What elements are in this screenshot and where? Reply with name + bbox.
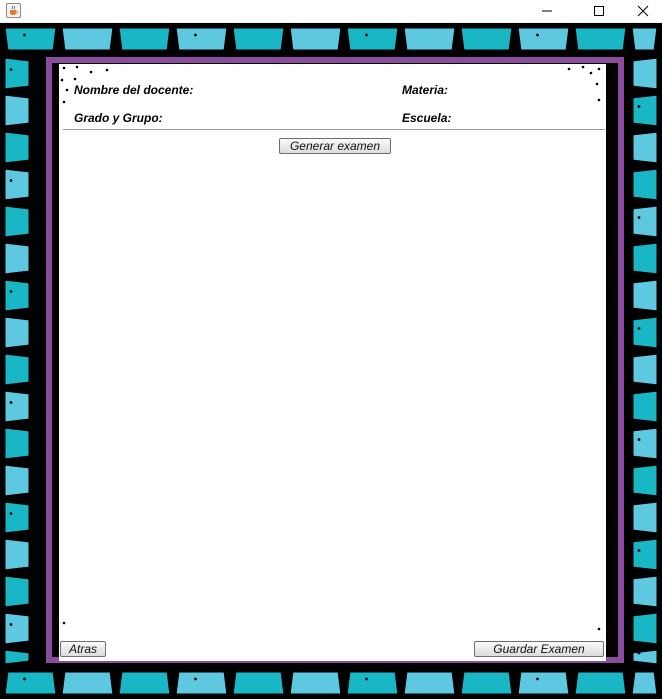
tile-dot	[194, 677, 197, 681]
tile-dot	[9, 179, 13, 182]
border-tile	[59, 25, 116, 53]
tile-dot	[9, 401, 13, 404]
border-tile	[287, 669, 344, 697]
border-tile	[2, 536, 32, 573]
border-tile	[515, 25, 572, 53]
border-tile	[2, 25, 59, 53]
border-tile	[572, 669, 629, 697]
tile-dot	[9, 290, 13, 293]
window-titlebar	[0, 0, 662, 23]
border-tile	[515, 669, 572, 697]
tile-dot	[637, 651, 641, 655]
border-tile	[2, 240, 32, 277]
tile-dot	[637, 216, 641, 219]
minimize-icon	[542, 10, 552, 12]
tile-dot	[23, 677, 26, 681]
tile-dot	[637, 105, 641, 108]
border-tile	[630, 129, 660, 166]
border-tile	[2, 166, 32, 203]
tile-dot	[365, 33, 368, 37]
border-tile	[630, 92, 660, 129]
border-tile	[344, 25, 401, 53]
border-tile	[2, 55, 32, 92]
border-tile	[630, 351, 660, 388]
border-tile	[2, 610, 32, 647]
border-tile	[630, 314, 660, 351]
java-cup-icon	[6, 3, 21, 18]
border-tile	[116, 669, 173, 697]
border-tile	[458, 669, 515, 697]
border-tile	[287, 25, 344, 53]
border-tile	[230, 669, 287, 697]
border-tile	[2, 499, 32, 536]
tile-dot	[536, 677, 539, 681]
border-tile	[2, 277, 32, 314]
border-tile	[630, 462, 660, 499]
border-tile	[630, 499, 660, 536]
tile-dot	[9, 68, 13, 71]
border-tile	[230, 25, 287, 53]
border-tile	[2, 669, 59, 697]
tile-dot	[637, 327, 641, 330]
border-tile	[630, 203, 660, 240]
tile-dot	[536, 33, 539, 37]
tile-dot	[23, 33, 26, 37]
border-tile	[2, 573, 32, 610]
tile-dot	[9, 623, 13, 626]
border-tile	[401, 669, 458, 697]
tile-dot	[637, 438, 641, 441]
corner-dots	[60, 65, 601, 631]
border-tile	[173, 669, 230, 697]
border-tile	[630, 55, 660, 92]
border-tile	[629, 669, 660, 697]
border-tile	[630, 166, 660, 203]
tile-dot	[365, 677, 368, 681]
border-tile	[116, 25, 173, 53]
border-tile	[2, 647, 32, 667]
border-tile	[2, 314, 32, 351]
border-tile	[630, 536, 660, 573]
border-tile	[630, 610, 660, 647]
border-tile	[2, 388, 32, 425]
tile-dot	[637, 549, 641, 552]
border-tile	[630, 647, 660, 667]
tile-dot	[9, 512, 13, 515]
maximize-button[interactable]	[576, 0, 622, 22]
border-tile	[401, 25, 458, 53]
border-tile	[2, 351, 32, 388]
border-tile	[173, 25, 230, 53]
border-tile	[630, 573, 660, 610]
minimize-button[interactable]	[524, 0, 570, 22]
border-tile	[630, 388, 660, 425]
border-tile	[458, 25, 515, 53]
border-tile	[344, 669, 401, 697]
border-tile	[2, 203, 32, 240]
close-icon	[637, 5, 649, 17]
border-tile	[629, 25, 660, 53]
border-tile	[630, 240, 660, 277]
tile-dot	[194, 33, 197, 37]
exam-panel: Nombre del docente: Materia: Grado y Gru…	[59, 64, 606, 661]
border-tile	[2, 129, 32, 166]
close-button[interactable]	[620, 0, 662, 22]
border-tile	[630, 277, 660, 314]
border-tile	[572, 25, 629, 53]
border-tile	[2, 462, 32, 499]
border-tile	[59, 669, 116, 697]
maximize-icon	[594, 6, 604, 16]
border-tile	[2, 425, 32, 462]
border-tile	[630, 425, 660, 462]
border-tile	[2, 92, 32, 129]
